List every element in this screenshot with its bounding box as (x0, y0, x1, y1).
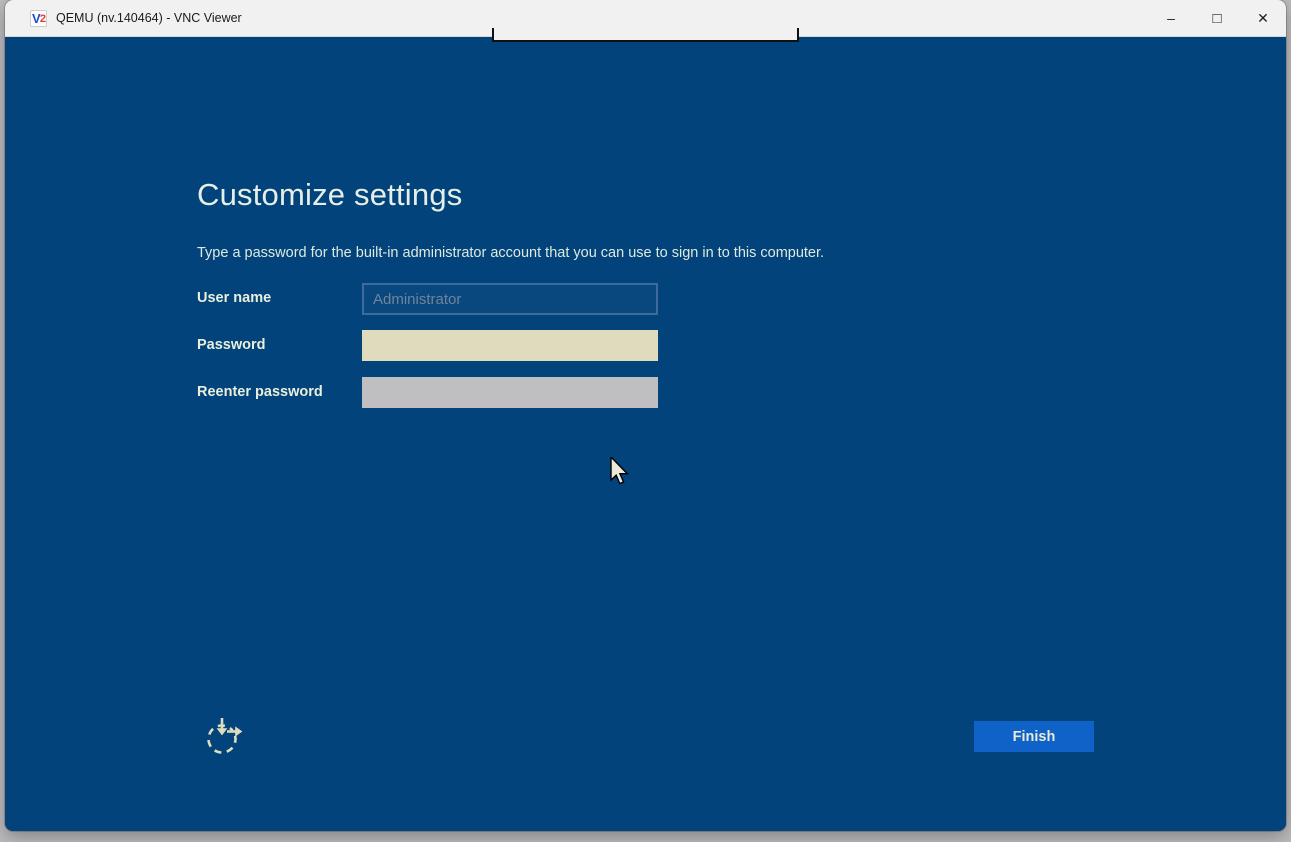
mouse-cursor-icon (610, 457, 630, 487)
password-input[interactable] (362, 330, 658, 361)
minimize-button[interactable]: – (1148, 0, 1194, 36)
desktop: { "colors": { "desktop_bg": "#bdbbbe", "… (0, 0, 1291, 842)
window-title: QEMU (nv.140464) - VNC Viewer (56, 11, 242, 25)
vnc-viewer-window: V 2 QEMU (nv.140464) - VNC Viewer – □ ✕ … (5, 0, 1286, 831)
vnc-collapsed-toolbar-tab[interactable] (492, 28, 799, 42)
close-icon: ✕ (1257, 10, 1269, 27)
remote-screen-oobe: Customize settings Type a password for t… (5, 37, 1286, 831)
minimize-icon: – (1167, 10, 1175, 26)
window-controls: – □ ✕ (1148, 0, 1286, 36)
vnc-app-icon: V 2 (30, 10, 47, 27)
page-subtitle: Type a password for the built-in adminis… (197, 245, 824, 261)
page-title: Customize settings (197, 177, 462, 213)
username-label: User name (197, 290, 271, 306)
username-input[interactable] (362, 283, 658, 315)
reenter-password-input[interactable] (362, 377, 658, 408)
titlebar-left: V 2 QEMU (nv.140464) - VNC Viewer (5, 10, 1148, 27)
finish-button[interactable]: Finish (974, 721, 1094, 752)
maximize-button[interactable]: □ (1194, 0, 1240, 36)
reenter-password-label: Reenter password (197, 384, 323, 400)
ease-of-access-button[interactable] (201, 713, 247, 759)
maximize-icon: □ (1212, 10, 1221, 27)
ease-of-access-icon (201, 713, 247, 759)
close-button[interactable]: ✕ (1240, 0, 1286, 36)
password-label: Password (197, 337, 266, 353)
vnc-logo-2: 2 (40, 12, 46, 27)
